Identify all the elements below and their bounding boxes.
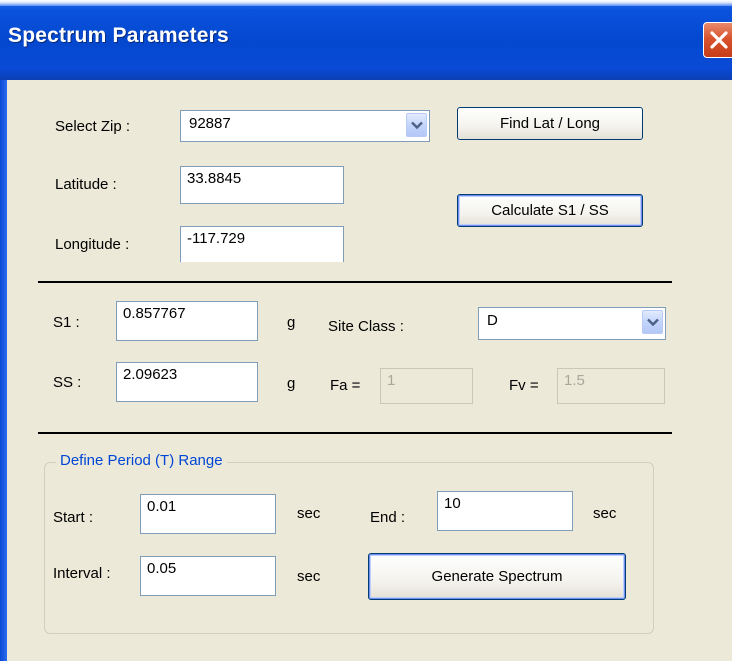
start-unit: sec bbox=[297, 505, 321, 522]
find-lat-long-button[interactable]: Find Lat / Long bbox=[457, 107, 643, 140]
fv-field[interactable]: 1.5 bbox=[557, 368, 665, 404]
s1-label: S1 : bbox=[53, 314, 80, 331]
fv-label: Fv = bbox=[509, 377, 539, 394]
chevron-down-icon bbox=[647, 318, 659, 327]
latitude-label: Latitude : bbox=[55, 176, 117, 193]
close-icon bbox=[710, 31, 728, 49]
zip-select-value: 92887 bbox=[189, 115, 231, 132]
period-range-group bbox=[44, 462, 654, 634]
site-class-value: D bbox=[487, 312, 498, 329]
longitude-field[interactable]: -117.729 bbox=[180, 226, 344, 262]
calculate-s1-ss-button[interactable]: Calculate S1 / SS bbox=[457, 194, 643, 227]
end-field[interactable]: 10 bbox=[437, 491, 573, 531]
title-bar[interactable]: Spectrum Parameters bbox=[0, 0, 732, 80]
interval-unit: sec bbox=[297, 568, 321, 585]
end-label: End : bbox=[370, 509, 406, 526]
title-bar-edge bbox=[0, 0, 732, 6]
window-title: Spectrum Parameters bbox=[8, 24, 229, 47]
site-class-select[interactable]: D bbox=[478, 307, 666, 340]
start-label: Start : bbox=[53, 509, 94, 526]
site-class-dropdown-button[interactable] bbox=[642, 310, 663, 334]
latitude-field[interactable]: 33.8845 bbox=[180, 166, 344, 204]
select-zip-label: Select Zip : bbox=[55, 118, 131, 135]
site-class-label: Site Class : bbox=[328, 318, 404, 335]
fa-field[interactable]: 1 bbox=[380, 368, 473, 404]
longitude-label: Longitude : bbox=[55, 236, 130, 253]
spectrum-parameters-dialog: Spectrum Parameters Select Zip : 92887 F… bbox=[0, 0, 732, 661]
chevron-down-icon bbox=[411, 121, 423, 130]
fa-label: Fa = bbox=[330, 377, 361, 394]
ss-field[interactable]: 2.09623 bbox=[116, 362, 258, 402]
end-unit: sec bbox=[593, 505, 617, 522]
ss-label: SS : bbox=[53, 374, 82, 391]
ss-unit: g bbox=[287, 375, 296, 392]
section-divider-top bbox=[38, 281, 672, 283]
interval-field[interactable]: 0.05 bbox=[140, 556, 276, 596]
interval-label: Interval : bbox=[53, 565, 111, 582]
start-field[interactable]: 0.01 bbox=[140, 494, 276, 534]
s1-unit: g bbox=[287, 314, 296, 331]
section-divider-bottom bbox=[38, 432, 672, 434]
zip-select[interactable]: 92887 bbox=[180, 110, 430, 142]
period-range-group-title: Define Period (T) Range bbox=[56, 452, 227, 469]
s1-field[interactable]: 0.857767 bbox=[116, 301, 258, 341]
close-button[interactable] bbox=[703, 22, 732, 58]
window-left-border bbox=[0, 80, 7, 661]
zip-dropdown-button[interactable] bbox=[406, 113, 427, 137]
generate-spectrum-button[interactable]: Generate Spectrum bbox=[368, 553, 626, 600]
